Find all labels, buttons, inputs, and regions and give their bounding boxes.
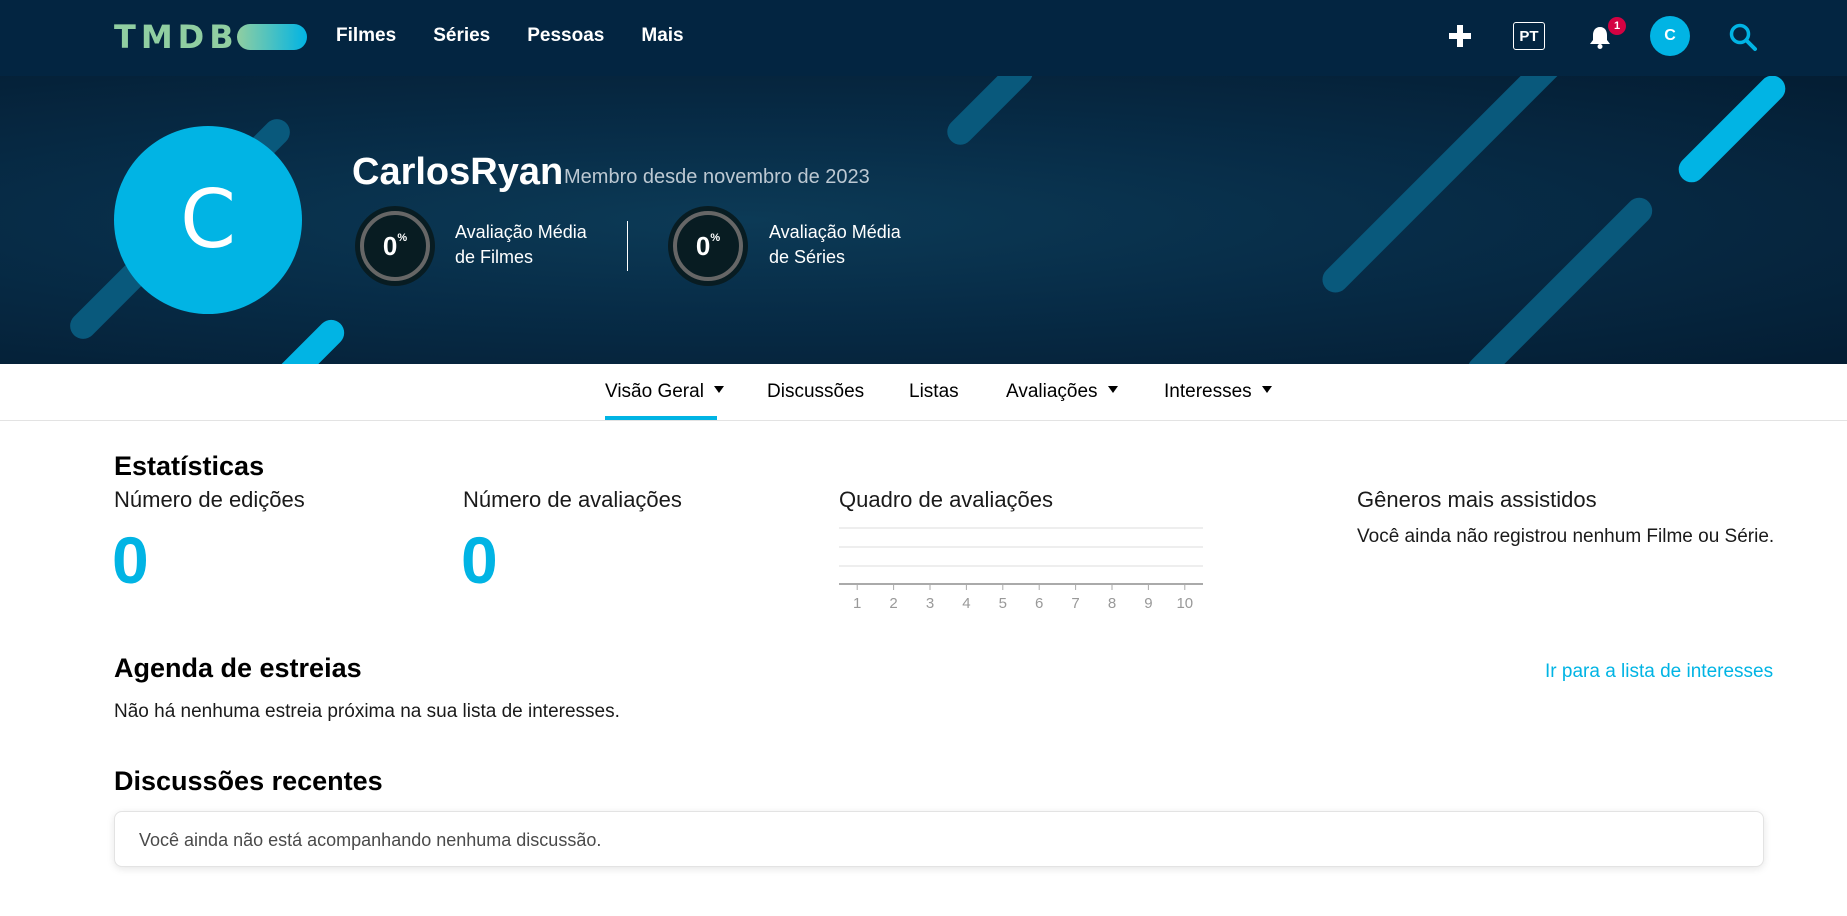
profile-header: C CarlosRyan Membro desde novembro de 20… (0, 76, 1847, 364)
discussions-heading: Discussões recentes (114, 766, 383, 796)
profile-avatar[interactable]: C (114, 126, 302, 314)
chart-tick-label: 2 (889, 595, 897, 612)
ratings-chart-title: Quadro de avaliações (839, 487, 1054, 512)
chart-tick-label: 5 (999, 595, 1007, 612)
ratings-chart: 1 2 3 4 5 6 7 8 9 10 (839, 527, 1203, 612)
member-since: Membro desde novembro de 2023 (564, 166, 870, 188)
nav-link-mais[interactable]: Mais (641, 24, 683, 48)
chart-tick-label: 4 (962, 595, 970, 612)
decor-stripe (941, 76, 1039, 151)
nav-actions: PT 1 C (1446, 16, 1766, 60)
score-divider (627, 221, 628, 271)
top-navbar: TMDB Filmes Séries Pessoas Mais PT 1 C (0, 0, 1847, 76)
tab-interesses[interactable]: Interesses (1164, 380, 1272, 404)
tmdb-logo-pill[interactable] (237, 24, 307, 50)
decor-stripe (1317, 76, 1583, 298)
decor-stripe (260, 314, 350, 364)
discussions-empty-message: Você ainda não está acompanhando nenhuma… (139, 830, 602, 850)
chart-tick-label: 9 (1144, 595, 1152, 612)
search-icon[interactable] (1728, 22, 1758, 52)
user-avatar[interactable]: C (1650, 16, 1690, 56)
tv-score-value: 0% (695, 231, 721, 261)
upcoming-empty-message: Não há nenhuma estreia próxima na sua li… (114, 701, 620, 722)
tab-listas[interactable]: Listas (909, 380, 959, 404)
chart-tick-label: 1 (853, 595, 861, 612)
caret-down-icon (1261, 386, 1272, 394)
watchlist-link[interactable]: Ir para a lista de interesses (1545, 659, 1773, 684)
chart-tick-label: 6 (1035, 595, 1043, 612)
main-menu: Filmes Séries Pessoas Mais (336, 24, 684, 48)
movies-score-label: Avaliação Média de Filmes (455, 222, 587, 267)
edits-value: 0 (112, 523, 149, 597)
stats-heading: Estatísticas (114, 451, 265, 481)
ratings-value: 0 (461, 523, 498, 597)
upcoming-heading: Agenda de estreias (114, 653, 362, 683)
active-tab-indicator (605, 416, 717, 420)
nav-link-pessoas[interactable]: Pessoas (527, 24, 604, 48)
discussions-panel: Você ainda não está acompanhando nenhuma… (114, 811, 1764, 867)
nav-link-filmes[interactable]: Filmes (336, 24, 396, 48)
language-button[interactable]: PT (1513, 22, 1545, 50)
profile-tabs: Visão Geral Discussões Listas Avaliações… (0, 364, 1847, 421)
notification-badge: 1 (1608, 17, 1626, 35)
genres-empty-message: Você ainda não registrou nenhum Filme ou… (1357, 526, 1775, 547)
nav-link-series[interactable]: Séries (433, 24, 490, 48)
genres-title: Gêneros mais assistidos (1357, 487, 1597, 512)
tab-avaliacoes[interactable]: Avaliações (1006, 380, 1118, 404)
ratings-label: Número de avaliações (463, 487, 682, 512)
tv-score-label: Avaliação Média de Séries (769, 222, 901, 267)
tmdb-logo[interactable]: TMDB (114, 18, 239, 56)
tv-score-chart: 0% (668, 206, 748, 286)
chart-tick-label: 8 (1108, 595, 1116, 612)
tab-discussoes[interactable]: Discussões (767, 380, 864, 404)
movies-score-chart: 0% (355, 206, 435, 286)
add-icon[interactable] (1446, 22, 1474, 50)
profile-username[interactable]: CarlosRyan (352, 149, 563, 195)
chart-tick-label: 7 (1071, 595, 1079, 612)
caret-down-icon (1107, 386, 1118, 394)
edits-label: Número de edições (114, 487, 305, 512)
caret-down-icon (713, 386, 724, 394)
movies-score-value: 0% (382, 231, 408, 261)
tab-visao-geral[interactable]: Visão Geral (605, 380, 724, 404)
decor-stripe (1673, 76, 1791, 188)
chart-tick-label: 3 (926, 595, 934, 612)
decor-stripe (1462, 192, 1658, 364)
chart-tick-label: 10 (1176, 595, 1193, 612)
